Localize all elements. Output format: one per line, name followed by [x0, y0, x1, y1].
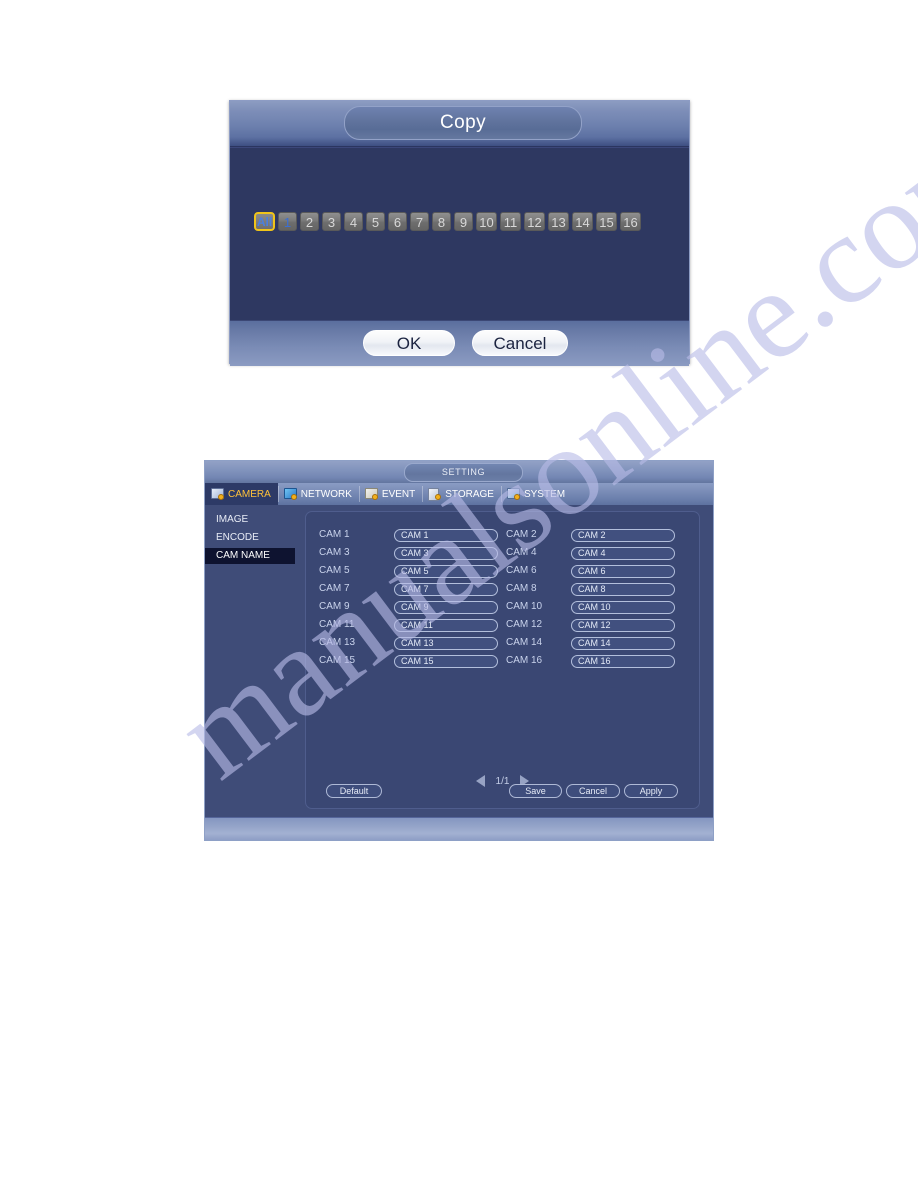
sidebar-item-image[interactable]: IMAGE [205, 512, 295, 528]
setting-footer [205, 817, 713, 840]
channel-button-14[interactable]: 14 [572, 212, 593, 231]
cam-name-input-5[interactable]: CAM 5 [394, 564, 498, 578]
tab-camera-label: CAMERA [228, 488, 271, 500]
channel-button-5[interactable]: 5 [366, 212, 385, 231]
cancel-button[interactable]: Cancel [566, 784, 620, 798]
default-button[interactable]: Default [326, 784, 382, 798]
cam-label-2: CAM 2 [506, 529, 537, 540]
setting-titlebar: SETTING [205, 461, 713, 483]
channel-button-all[interactable]: All [254, 212, 275, 231]
tab-storage-label: STORAGE [445, 488, 494, 500]
cancel-button[interactable]: Cancel [472, 330, 568, 356]
apply-button[interactable]: Apply [624, 784, 678, 798]
channel-button-10[interactable]: 10 [476, 212, 497, 231]
tab-camera[interactable]: CAMERA [205, 483, 278, 505]
cam-name-grid: CAM 1 CAM 1 CAM 2 CAM 2 CAM 3 CAM 3 CAM … [306, 526, 699, 670]
tab-network-label: NETWORK [300, 488, 352, 500]
setting-tabbar: CAMERA NETWORK EVENT STORAGE SYSTEM [205, 483, 713, 505]
cam-name-input-4[interactable]: CAM 4 [571, 546, 675, 560]
copy-dialog-titlebar: Copy [230, 101, 689, 147]
system-gear-icon [506, 488, 520, 500]
channel-button-15[interactable]: 15 [596, 212, 617, 231]
cam-label-1: CAM 1 [319, 529, 350, 540]
channel-button-2[interactable]: 2 [300, 212, 319, 231]
channel-button-7[interactable]: 7 [410, 212, 429, 231]
cam-label-16: CAM 16 [506, 655, 543, 666]
cam-name-input-6[interactable]: CAM 6 [571, 564, 675, 578]
cam-name-input-1[interactable]: CAM 1 [394, 528, 498, 542]
tab-system[interactable]: SYSTEM [500, 483, 572, 505]
channel-button-16[interactable]: 16 [620, 212, 641, 231]
cam-label-6: CAM 6 [506, 565, 537, 576]
sidebar: IMAGE ENCODE CAM NAME [205, 505, 295, 566]
sidebar-item-encode[interactable]: ENCODE [205, 530, 295, 546]
cam-label-3: CAM 3 [319, 547, 350, 558]
camera-gear-icon [211, 488, 224, 500]
copy-dialog-body: All 1 2 3 4 5 6 7 8 9 10 11 12 13 14 15 … [230, 147, 689, 320]
cam-label-15: CAM 15 [319, 655, 356, 666]
tab-event-label: EVENT [381, 488, 416, 500]
cam-label-4: CAM 4 [506, 547, 537, 558]
event-gear-icon [364, 488, 378, 500]
cam-name-input-12[interactable]: CAM 12 [571, 618, 675, 632]
channel-button-12[interactable]: 12 [524, 212, 545, 231]
network-gear-icon [283, 488, 297, 500]
channel-button-13[interactable]: 13 [548, 212, 569, 231]
tab-storage[interactable]: STORAGE [422, 483, 501, 505]
copy-dialog: Copy All 1 2 3 4 5 6 7 8 9 10 11 12 13 1… [229, 100, 690, 366]
cam-name-input-3[interactable]: CAM 3 [394, 546, 498, 560]
cam-label-5: CAM 5 [319, 565, 350, 576]
cam-label-11: CAM 11 [319, 619, 355, 630]
cam-name-input-9[interactable]: CAM 9 [394, 600, 498, 614]
tab-event[interactable]: EVENT [358, 483, 422, 505]
channel-button-6[interactable]: 6 [388, 212, 407, 231]
cam-name-input-15[interactable]: CAM 15 [394, 654, 498, 668]
cam-label-13: CAM 13 [319, 637, 356, 648]
channel-button-3[interactable]: 3 [322, 212, 341, 231]
cam-label-7: CAM 7 [319, 583, 350, 594]
ok-button[interactable]: OK [363, 330, 455, 356]
cam-name-input-13[interactable]: CAM 13 [394, 636, 498, 650]
copy-dialog-title: Copy [344, 106, 582, 140]
save-button[interactable]: Save [509, 784, 562, 798]
triangle-left-icon[interactable] [475, 775, 485, 787]
cam-name-input-2[interactable]: CAM 2 [571, 528, 675, 542]
cam-label-9: CAM 9 [319, 601, 350, 612]
copy-dialog-footer: OK Cancel [230, 320, 689, 366]
cam-name-panel: CAM 1 CAM 1 CAM 2 CAM 2 CAM 3 CAM 3 CAM … [305, 511, 700, 809]
cam-name-input-10[interactable]: CAM 10 [571, 600, 675, 614]
sidebar-item-cam-name[interactable]: CAM NAME [205, 548, 295, 564]
channel-button-8[interactable]: 8 [432, 212, 451, 231]
tab-system-label: SYSTEM [523, 488, 566, 500]
storage-gear-icon [428, 488, 442, 501]
cam-name-input-7[interactable]: CAM 7 [394, 582, 498, 596]
channel-button-9[interactable]: 9 [454, 212, 473, 231]
cam-label-12: CAM 12 [506, 619, 543, 630]
channel-selector: All 1 2 3 4 5 6 7 8 9 10 11 12 13 14 15 … [254, 212, 641, 231]
channel-button-4[interactable]: 4 [344, 212, 363, 231]
cam-name-input-8[interactable]: CAM 8 [571, 582, 675, 596]
channel-button-1[interactable]: 1 [278, 212, 297, 231]
setting-body: IMAGE ENCODE CAM NAME CAM 1 CAM 1 CAM 2 … [205, 505, 713, 819]
cam-label-8: CAM 8 [506, 583, 537, 594]
cam-name-input-14[interactable]: CAM 14 [571, 636, 675, 650]
cam-label-14: CAM 14 [506, 637, 543, 648]
setting-window: SETTING CAMERA NETWORK EVENT STORAGE SYS… [204, 460, 714, 841]
cam-label-10: CAM 10 [506, 601, 543, 612]
cam-name-input-11[interactable]: CAM 11 [394, 618, 498, 632]
page-indicator: 1/1 [495, 775, 510, 787]
cam-name-input-16[interactable]: CAM 16 [571, 654, 675, 668]
tab-network[interactable]: NETWORK [277, 483, 359, 505]
setting-window-title: SETTING [404, 463, 523, 482]
channel-button-11[interactable]: 11 [500, 212, 521, 231]
